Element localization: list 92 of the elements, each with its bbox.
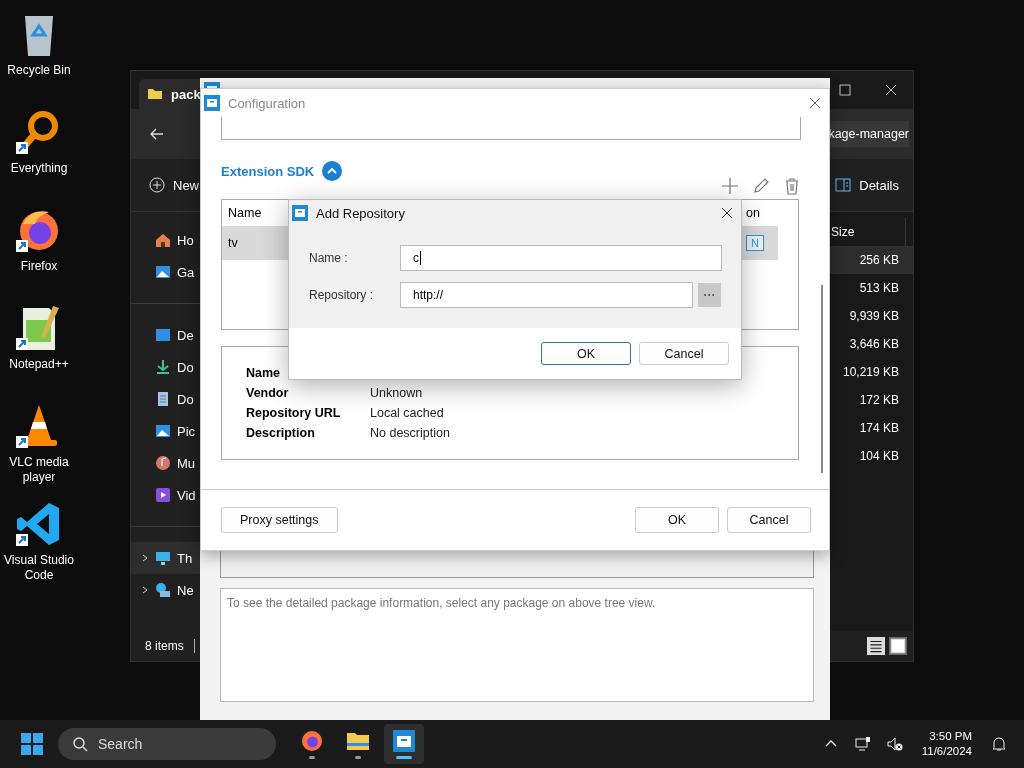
table-cell-text: tv bbox=[227, 236, 239, 250]
download-icon bbox=[155, 359, 171, 375]
package-icon bbox=[292, 205, 308, 221]
desktop-icon-label[interactable]: Everything bbox=[1, 161, 77, 176]
home-icon bbox=[155, 232, 171, 248]
close-icon[interactable] bbox=[885, 84, 897, 96]
size-cell-text: 513 KB bbox=[858, 280, 900, 297]
nav-item[interactable]: Vid bbox=[131, 479, 201, 511]
nav-item[interactable]: Ho bbox=[131, 224, 201, 256]
detail-value: Local cached bbox=[370, 406, 444, 420]
firefox-icon bbox=[300, 729, 324, 753]
nav-item[interactable]: Ga bbox=[131, 256, 201, 288]
desktop-icon-label[interactable]: Firefox bbox=[1, 259, 77, 274]
input-field[interactable]: c bbox=[400, 245, 722, 271]
desktop-icon-label[interactable]: Recycle Bin bbox=[1, 63, 77, 78]
nav-item[interactable]: Ne bbox=[131, 574, 201, 606]
document-icon bbox=[155, 391, 171, 407]
nav-item[interactable]: Do bbox=[131, 351, 201, 383]
tab-title: pack bbox=[171, 86, 201, 102]
nav-item[interactable]: Mu bbox=[131, 447, 201, 479]
size-cell: 256 KB bbox=[829, 246, 913, 274]
dialog-title: Configuration bbox=[228, 95, 306, 111]
size-cell-text: 172 KB bbox=[858, 392, 900, 409]
muted-speaker-icon[interactable] bbox=[886, 736, 903, 752]
plus-icon bbox=[149, 177, 165, 193]
dialog-button[interactable]: OK bbox=[635, 507, 719, 533]
desktop-icon-label[interactable]: Notepad++ bbox=[1, 357, 77, 372]
package-icon bbox=[204, 95, 220, 111]
dialog-button[interactable]: Cancel bbox=[727, 507, 811, 533]
nav-item[interactable]: Do bbox=[131, 383, 201, 415]
details-pane-icon bbox=[835, 177, 852, 193]
size-cell-text: 10,219 KB bbox=[841, 364, 900, 381]
tag-label: N bbox=[746, 235, 764, 251]
dialog-button[interactable]: Cancel bbox=[639, 342, 729, 365]
package-icon bbox=[392, 729, 416, 753]
section-title: Extension SDK bbox=[221, 163, 315, 179]
chevron-right-icon[interactable] bbox=[141, 586, 149, 594]
close-icon[interactable] bbox=[721, 207, 733, 219]
bell-icon[interactable] bbox=[991, 736, 1007, 752]
nav-item[interactable]: Pic bbox=[131, 415, 201, 447]
network-icon bbox=[155, 582, 171, 598]
detail-label: Name bbox=[246, 366, 282, 380]
gallery-icon bbox=[155, 264, 171, 280]
size-cell-text: 104 KB bbox=[858, 448, 900, 465]
chevron-right-icon[interactable] bbox=[141, 554, 149, 562]
gallery-icon bbox=[155, 423, 171, 439]
maximize-icon[interactable] bbox=[839, 84, 851, 96]
tiles-view-icon[interactable] bbox=[889, 637, 907, 655]
edit-icon[interactable] bbox=[752, 177, 770, 195]
clock-time: 3:50 PM bbox=[929, 729, 972, 744]
detail-value: No description bbox=[370, 426, 450, 440]
search-field[interactable]: Search bbox=[58, 728, 276, 760]
detail-label: Vendor bbox=[246, 386, 290, 400]
details-view-icon[interactable] bbox=[867, 637, 885, 655]
collapse-icon[interactable] bbox=[322, 161, 343, 181]
detail-value: Unknown bbox=[370, 386, 423, 400]
back-icon[interactable] bbox=[149, 126, 165, 142]
monitor-icon[interactable] bbox=[854, 736, 871, 752]
delete-icon[interactable] bbox=[783, 177, 801, 195]
input-field[interactable]: http:// bbox=[400, 282, 693, 308]
size-cell-text: 174 KB bbox=[858, 420, 900, 437]
folder-icon bbox=[147, 86, 163, 102]
desktop-icon bbox=[155, 327, 171, 343]
pc-icon bbox=[155, 550, 171, 566]
dialog-title: Add Repository bbox=[316, 205, 405, 221]
video-icon bbox=[155, 487, 171, 503]
search-icon bbox=[72, 736, 88, 752]
field-label: Name : bbox=[308, 251, 349, 265]
size-cell-text: 9,939 KB bbox=[848, 308, 900, 325]
detail-label: Description bbox=[246, 426, 316, 440]
details-button[interactable]: Details bbox=[835, 177, 899, 193]
browse-button[interactable]: ··· bbox=[698, 283, 721, 307]
nav-item[interactable]: De bbox=[131, 319, 201, 351]
clock[interactable]: 3:50 PM 11/6/2024 bbox=[921, 729, 972, 759]
desktop-icon-label[interactable]: VLC media player bbox=[1, 455, 77, 485]
music-icon bbox=[155, 455, 171, 471]
size-cell-text: 3,646 KB bbox=[848, 336, 900, 353]
info-text: To see the detailed package information, select any package on above tree view. bbox=[227, 596, 656, 610]
taskbar-app[interactable] bbox=[384, 724, 424, 764]
start-icon[interactable] bbox=[20, 732, 44, 756]
status-text: 8 items bbox=[145, 639, 184, 653]
desktop-icon-label[interactable]: Visual Studio Code bbox=[1, 553, 77, 583]
scrollbar[interactable] bbox=[821, 285, 823, 473]
close-icon[interactable] bbox=[809, 97, 821, 109]
proxy-settings-button[interactable]: Proxy settings bbox=[221, 507, 338, 533]
dialog-button[interactable]: OK bbox=[541, 342, 631, 365]
new-button[interactable]: New bbox=[149, 177, 199, 193]
column-header[interactable]: on bbox=[746, 206, 776, 220]
nav-item[interactable]: Th bbox=[131, 542, 201, 574]
field-label: Repository : bbox=[308, 288, 375, 302]
clock-date: 11/6/2024 bbox=[921, 744, 972, 759]
detail-label: Repository URL bbox=[246, 406, 342, 420]
